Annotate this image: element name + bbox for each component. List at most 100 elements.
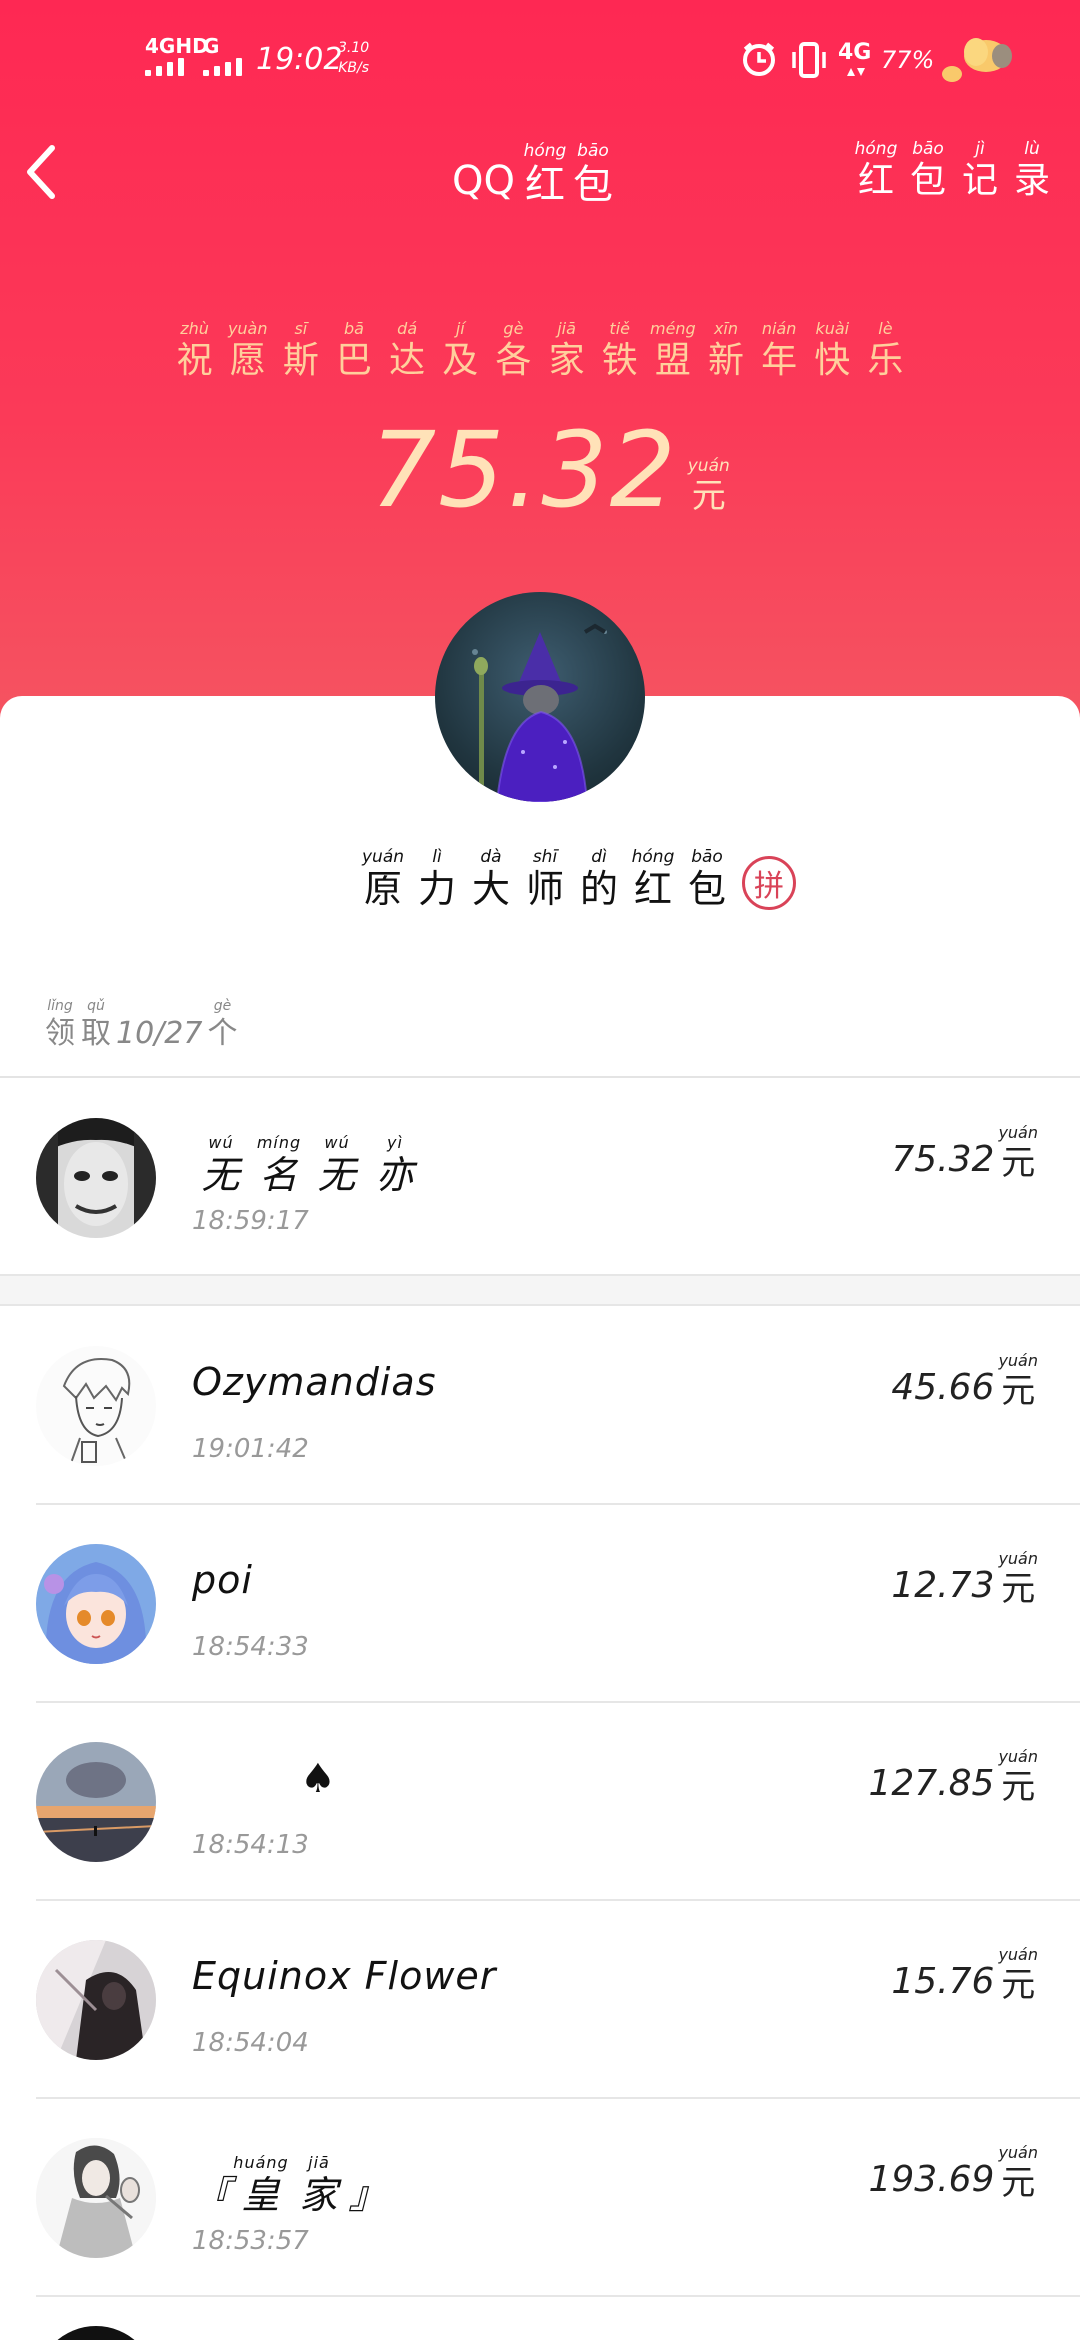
claim-time: 18:54:13 bbox=[192, 1830, 309, 1860]
anime-girl-avatar-image bbox=[36, 1544, 156, 1664]
network-type-label-2: G bbox=[203, 34, 220, 58]
sender-name-text: yuán 原 lì 力 dà 大 shī 师 dì 的 hóng 红 bāo 包 bbox=[356, 846, 734, 912]
ruby-char: bā 巴 bbox=[336, 319, 373, 381]
red-packet-records-link[interactable]: hóng 红 bāo 包 jì 记 lù 录 bbox=[850, 138, 1058, 201]
ruby-char: dà 大 bbox=[471, 847, 510, 911]
battery-decor-icon bbox=[942, 38, 1012, 82]
ruby-char: sī 斯 bbox=[282, 319, 319, 381]
claimer-avatar[interactable] bbox=[36, 1544, 156, 1664]
ruby-char: míng 名 bbox=[256, 1133, 302, 1197]
claim-amount-value: 127.85 bbox=[868, 1763, 995, 1805]
status-bar: 4GHD G 19:02 3.10 KB/s 4G 77% bbox=[0, 0, 1080, 120]
claimer-name: Equinox Flower bbox=[192, 1954, 497, 1998]
received-amount-value: 75.32 bbox=[370, 409, 678, 531]
claim-amount: 15.76 yuán 元 bbox=[891, 1944, 1038, 2005]
ruby-char: lè 乐 bbox=[867, 319, 904, 381]
ruby-char: hóng 红 bbox=[523, 141, 567, 208]
ruby-char: hóng 红 bbox=[854, 139, 898, 201]
claimed-count-value: 10/27 bbox=[116, 1015, 203, 1051]
sender-avatar[interactable] bbox=[435, 592, 645, 802]
received-amount: 75.32 yuán 元 bbox=[370, 418, 730, 522]
ruby-char: yuàn 愿 bbox=[227, 319, 268, 381]
vibrate-icon bbox=[792, 42, 826, 78]
claimer-avatar[interactable] bbox=[36, 1742, 156, 1862]
dark-figure-avatar-image bbox=[36, 1940, 156, 2060]
sunset-sea-avatar-image bbox=[36, 1742, 156, 1862]
joker-avatar-image bbox=[36, 1118, 156, 1238]
ruby-char: lì 力 bbox=[417, 847, 456, 911]
alarm-icon bbox=[743, 42, 775, 76]
ruby-char: shī 师 bbox=[525, 847, 564, 911]
claimer-avatar[interactable] bbox=[36, 2138, 156, 2258]
section-gap bbox=[0, 1274, 1080, 1306]
ruby-char: lù 录 bbox=[1013, 139, 1050, 201]
ruby-char: bāo 包 bbox=[572, 141, 613, 208]
network-type-label: 4GHD bbox=[145, 34, 209, 58]
ruby-char: tiě 铁 bbox=[601, 319, 638, 381]
ruby-char: gè 个 bbox=[207, 998, 238, 1051]
back-arrow-icon[interactable] bbox=[20, 140, 64, 204]
data-transfer-icon bbox=[847, 68, 865, 76]
ruby-char: nián 年 bbox=[761, 319, 798, 381]
ruby-char: xīn 新 bbox=[707, 319, 744, 381]
claim-row-self[interactable]: wú 无 míng 名 wú 无 yì 亦 18:59:17 75.32 yuán 元 bbox=[0, 1078, 1080, 1276]
ruby-char: kuài 快 bbox=[814, 319, 851, 381]
ruby-char: bāo 包 bbox=[909, 139, 946, 201]
currency-unit: yuán 元 bbox=[998, 2143, 1038, 2203]
claim-amount-value: 15.76 bbox=[891, 1961, 995, 2003]
ruby-char: gè 各 bbox=[495, 319, 532, 381]
ink-figure-avatar-image bbox=[36, 2138, 156, 2258]
currency-unit: yuán 元 bbox=[998, 1123, 1038, 1183]
page-title: QQ hóng 红 bāo 包 bbox=[452, 138, 617, 208]
signal-bars-icon bbox=[145, 58, 184, 76]
claim-row[interactable]: poi 18:54:33 12.73 yuán 元 bbox=[0, 1504, 1080, 1702]
sender-packet-title: yuán 原 lì 力 dà 大 shī 师 dì 的 hóng 红 bāo 包 拼 bbox=[356, 846, 796, 912]
wizard-cat-avatar-image bbox=[472, 623, 607, 802]
claim-time: 18:54:33 bbox=[192, 1632, 309, 1662]
claim-row[interactable]: ♠ 18:54:13 127.85 yuán 元 bbox=[0, 1702, 1080, 1900]
claimer-avatar[interactable] bbox=[36, 1118, 156, 1238]
claimer-name: Ozymandias bbox=[192, 1360, 437, 1404]
ruby-char: yuán 原 bbox=[361, 847, 405, 911]
ruby-char: yì 亦 bbox=[375, 1133, 415, 1197]
claim-row[interactable]: Equinox Flower 18:54:04 15.76 yuán 元 bbox=[0, 1900, 1080, 2098]
currency-unit: yuán 元 bbox=[998, 1945, 1038, 2005]
ruby-char: jiā 家 bbox=[299, 2153, 339, 2217]
claim-row[interactable]: 『 huáng 皇 jiā 家 』 18:53:57 193.69 yuán 元 bbox=[0, 2098, 1080, 2296]
claimer-name: poi bbox=[192, 1558, 253, 1602]
ruby-char: méng 盟 bbox=[649, 319, 696, 381]
ruby-char: huáng 皇 bbox=[233, 2153, 289, 2217]
currency-unit: yuán 元 bbox=[998, 1747, 1038, 1807]
network-rate: 3.10 KB/s bbox=[338, 38, 369, 78]
claim-amount-value: 45.66 bbox=[891, 1367, 995, 1409]
ruby-char: zhù 祝 bbox=[176, 319, 213, 381]
ruby-char: 『 bbox=[192, 2173, 232, 2217]
ruby-char: wú 无 bbox=[201, 1133, 241, 1197]
claimer-avatar[interactable] bbox=[36, 1346, 156, 1466]
claim-time: 19:01:42 bbox=[192, 1434, 309, 1464]
claimer-name: wú 无 míng 名 wú 无 yì 亦 bbox=[192, 1132, 424, 1198]
ruby-char: jí 及 bbox=[442, 319, 479, 381]
claim-amount-value: 12.73 bbox=[891, 1565, 995, 1607]
currency-unit: yuán 元 bbox=[687, 455, 730, 516]
claim-row[interactable]: Ozymandias 19:01:42 45.66 yuán 元 bbox=[0, 1306, 1080, 1504]
claimed-count: lǐng 领 qǔ 取 10/27 gè 个 bbox=[42, 995, 240, 1052]
claimer-name: 『 huáng 皇 jiā 家 』 bbox=[192, 2152, 388, 2218]
network-rate-value: 3.10 bbox=[338, 40, 370, 56]
signal-bars-icon bbox=[203, 58, 242, 76]
ruby-char: dá 达 bbox=[389, 319, 426, 381]
network-rate-unit: KB/s bbox=[338, 60, 369, 76]
currency-unit: yuán 元 bbox=[998, 1351, 1038, 1411]
claimer-avatar[interactable] bbox=[36, 1940, 156, 2060]
page-title-prefix: QQ bbox=[452, 158, 515, 204]
page-title-text: hóng 红 bāo 包 bbox=[521, 140, 617, 208]
claim-amount: 75.32 yuán 元 bbox=[891, 1122, 1038, 1183]
currency-unit: yuán 元 bbox=[998, 1549, 1038, 1609]
ruby-char: lǐng 领 bbox=[45, 998, 75, 1051]
battery-percentage: 77% bbox=[881, 46, 935, 74]
claim-time: 18:54:04 bbox=[192, 2028, 309, 2058]
ruby-char: jì 记 bbox=[961, 139, 998, 201]
network-type-label-3: 4G bbox=[838, 40, 872, 65]
claim-time: 18:53:57 bbox=[192, 2226, 309, 2256]
claim-amount: 12.73 yuán 元 bbox=[891, 1548, 1038, 1609]
